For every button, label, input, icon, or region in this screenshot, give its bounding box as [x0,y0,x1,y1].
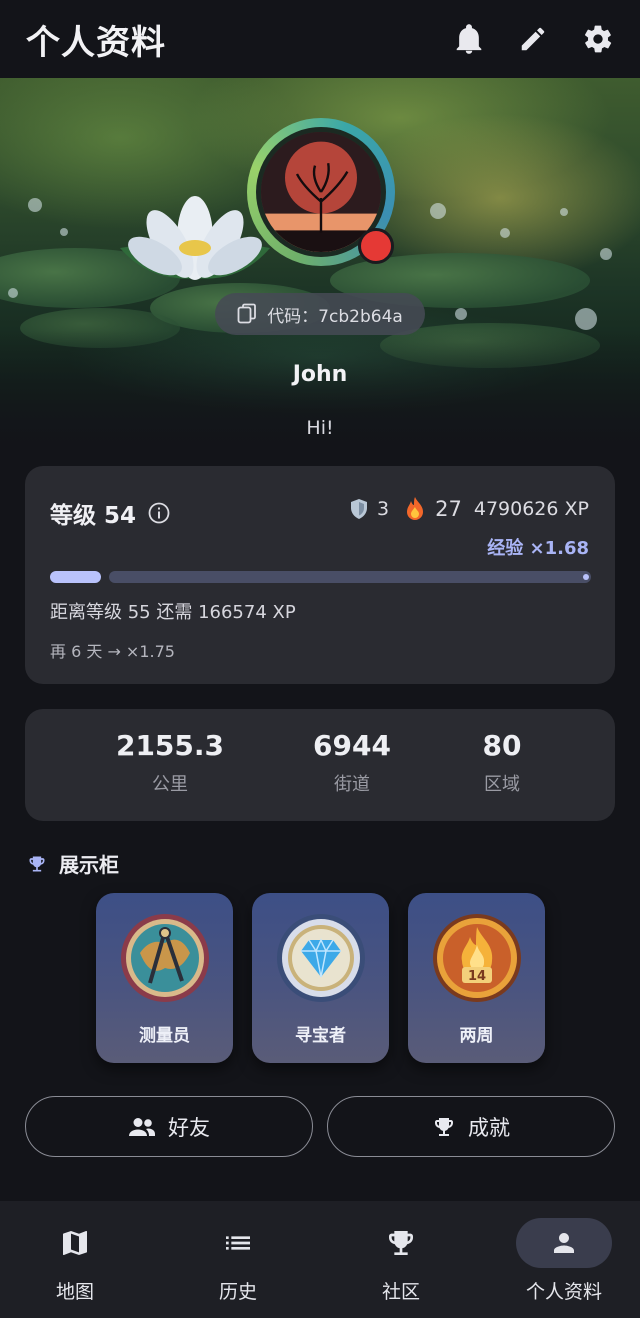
trophy-icon [29,856,45,871]
page-title: 个人资料 [26,22,166,63]
stat-value: 2155.3 [115,729,225,762]
stat-areas: 80 区域 [422,729,582,796]
nav-label: 历史 [218,1281,257,1303]
nav-label: 个人资料 [525,1281,602,1303]
shield-count: 3 [377,498,390,520]
nav-item-history[interactable]: 历史 [158,1201,318,1318]
map-icon [63,1231,87,1255]
stat-label: 公里 [152,774,188,795]
badge-label: 两周 [459,1026,494,1046]
profile-name: John [292,362,348,387]
nav-item-profile[interactable]: 个人资料 [484,1201,640,1318]
stats-card: 2155.3 公里 6944 街道 80 区域 [25,709,615,821]
app-bar: 个人资料 [0,0,640,78]
copy-icon [237,303,257,324]
showcase-header: 展示柜 [27,849,119,878]
nav-item-map[interactable]: 地图 [0,1201,155,1318]
compass-icon [121,914,209,1002]
user-code-label: 代码：7cb2b64a [267,306,403,327]
streak-count: 27 [435,497,462,521]
next-level-text: 距离等级 55 还需 166574 XP [50,602,296,623]
nav-label: 社区 [381,1281,420,1303]
level-progress-fill [50,571,101,583]
flame-icon [407,497,424,520]
user-code-chip[interactable]: 代码：7cb2b64a [215,293,425,335]
bottom-navigation: 地图 历史 社区 个人资料 [0,1201,640,1318]
stat-label: 区域 [484,774,520,795]
achievements-button-label: 成就 [468,1115,510,1140]
stat-value: 80 [482,729,522,762]
status-indicator [358,228,394,264]
level-card: 等级 54 3 27 4790626 XP 经验 ×1.68 距离等级 55 还… [25,466,615,684]
friends-button-label: 好友 [168,1115,210,1140]
edit-icon[interactable] [518,24,548,54]
total-xp: 4790626 XP [473,498,589,520]
profile-bio: Hi! [306,417,334,439]
level-title: 等级 54 [50,503,137,529]
badge-label: 寻宝者 [295,1026,346,1046]
badge-treasure-hunter[interactable]: 寻宝者 [252,893,389,1063]
trophy-icon [435,1117,453,1136]
flame-badge-icon: 14 [433,914,521,1002]
friends-button[interactable]: 好友 [25,1096,313,1157]
xp-multiplier: 经验 ×1.68 [487,538,589,559]
achievements-button[interactable]: 成就 [327,1096,615,1157]
stat-distance: 2155.3 公里 [90,729,250,796]
badge-two-weeks[interactable]: 14 两周 [408,893,545,1063]
person-icon [554,1233,574,1253]
badge-label: 测量员 [139,1026,190,1046]
nav-item-community[interactable]: 社区 [321,1201,481,1318]
people-icon [129,1117,155,1136]
stat-label: 街道 [334,774,370,795]
stat-value: 6944 [313,729,391,762]
bell-icon[interactable] [454,23,484,55]
settings-icon[interactable] [582,23,614,55]
level-progress-track [109,571,591,583]
shield-icon [351,499,368,519]
badge-number: 14 [468,969,486,984]
trophy-icon [389,1231,413,1255]
badge-surveyor[interactable]: 测量员 [96,893,233,1063]
list-icon [226,1236,250,1250]
diamond-icon [277,914,365,1002]
boost-hint: 再 6 天 → ×1.75 [50,642,175,661]
nav-label: 地图 [55,1281,94,1303]
stat-streets: 6944 街道 [272,729,432,796]
info-icon[interactable] [148,502,170,524]
showcase-title: 展示柜 [59,853,119,877]
